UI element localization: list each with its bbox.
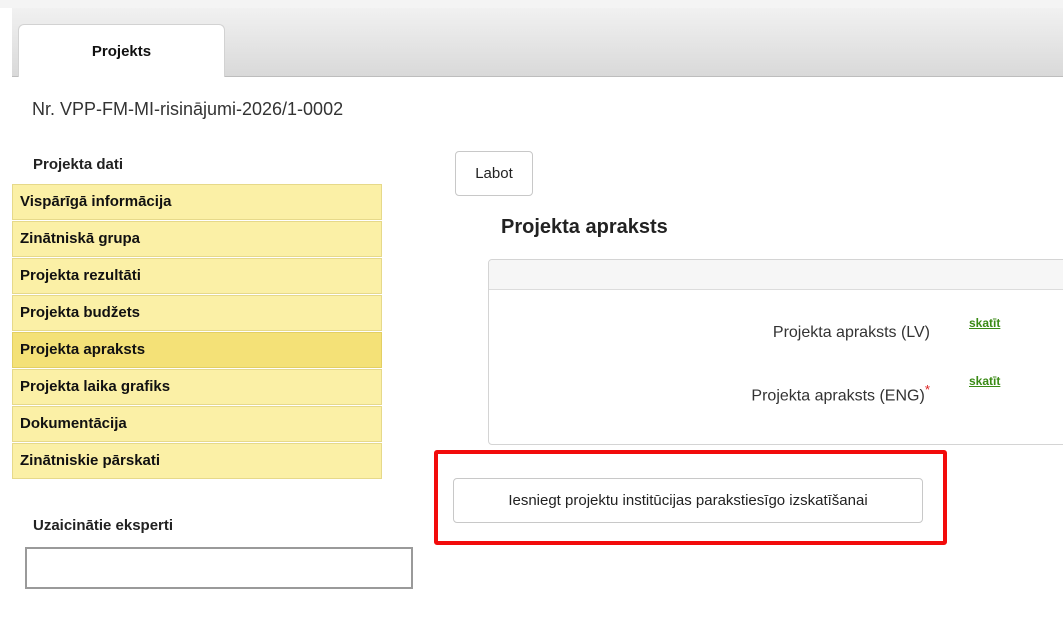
experts-field[interactable] — [25, 547, 413, 589]
description-panel — [488, 259, 1063, 445]
sidebar-item-dokumentacija[interactable]: Dokumentācija — [12, 406, 382, 442]
experts-label: Uzaicinātie eksperti — [33, 517, 174, 534]
field-label-lv: Projekta apraksts (LV) — [700, 324, 930, 342]
field-label-eng: Projekta apraksts (ENG)* — [690, 382, 930, 405]
view-link-eng[interactable]: skatīt — [969, 374, 1000, 388]
sidebar-item-zinatniska-grupa[interactable]: Zinātniskā grupa — [12, 221, 382, 257]
required-marker: * — [924, 382, 930, 397]
content-title: Projekta apraksts — [501, 216, 668, 238]
view-link-lv[interactable]: skatīt — [969, 316, 1000, 330]
sidebar-item-projekta-rezultati[interactable]: Projekta rezultāti — [12, 258, 382, 294]
field-label-lv-text: Projekta apraksts (LV) — [772, 324, 930, 341]
sidebar-item-zinatniskie-parskati[interactable]: Zinātniskie pārskati — [12, 443, 382, 479]
field-label-eng-text: Projekta apraksts (ENG) — [751, 387, 925, 405]
panel-header — [489, 260, 1063, 290]
sidebar-item-projekta-apraksts[interactable]: Projekta apraksts — [12, 332, 382, 368]
sidebar-nav: Vispārīgā informācija Zinātniskā grupa P… — [12, 184, 382, 480]
top-strip — [0, 0, 1063, 8]
sidebar-item-projekta-budzets[interactable]: Projekta budžets — [12, 295, 382, 331]
sidebar-item-projekta-laika-grafiks[interactable]: Projekta laika grafiks — [12, 369, 382, 405]
edit-button[interactable]: Labot — [455, 151, 533, 196]
tab-projekts[interactable]: Projekts — [18, 24, 225, 77]
sidebar-item-visparigainformacija[interactable]: Vispārīgā informācija — [12, 184, 382, 220]
submit-button[interactable]: Iesniegt projektu institūcijas parakstie… — [453, 478, 923, 523]
project-number: Nr. VPP-FM-MI-risinājumi-2026/1-0002 — [32, 99, 344, 119]
section-title: Projekta dati — [33, 156, 124, 173]
